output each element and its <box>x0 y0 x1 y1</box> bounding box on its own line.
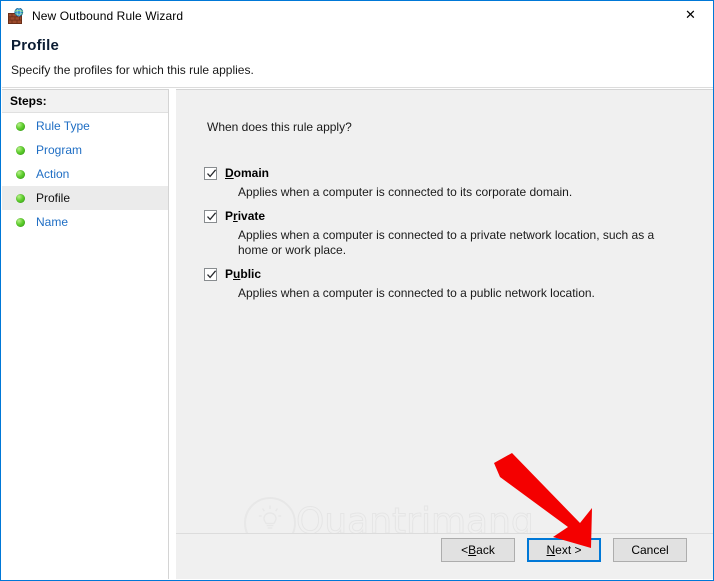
checkbox-public-row[interactable]: Public <box>204 267 674 283</box>
content-panel: When does this rule apply? Domain Applie… <box>176 89 713 533</box>
sidebar-item-label: Profile <box>36 191 71 205</box>
sidebar-item-rule-type[interactable]: Rule Type <box>2 114 168 138</box>
option-private-label: Private <box>225 209 265 224</box>
close-icon[interactable]: ✕ <box>668 1 713 30</box>
option-domain-description: Applies when a computer is connected to … <box>238 185 573 199</box>
checkbox-public[interactable] <box>204 268 217 281</box>
steps-sidebar: Steps: Rule Type Program Action Profile … <box>2 89 169 579</box>
step-bullet-icon <box>16 145 25 155</box>
window-title: New Outbound Rule Wizard <box>32 9 184 23</box>
checkbox-domain[interactable] <box>204 167 217 180</box>
step-bullet-icon <box>16 121 25 131</box>
sidebar-item-label: Program <box>36 143 83 157</box>
label-rest: ack <box>476 543 495 557</box>
label-head: P <box>225 209 234 223</box>
label-rest: omain <box>233 166 270 180</box>
label-rest: ext > <box>555 543 582 557</box>
accel-char: D <box>225 166 234 180</box>
option-domain-label: Domain <box>225 166 269 181</box>
firewall-globe-icon <box>8 7 24 24</box>
option-public: Public Applies when a computer is connec… <box>204 267 674 301</box>
sidebar-item-name[interactable]: Name <box>2 210 168 234</box>
option-private: Private Applies when a computer is conne… <box>204 209 674 258</box>
option-public-description: Applies when a computer is connected to … <box>238 286 595 300</box>
checkmark-icon <box>207 212 217 221</box>
label-rest: blic <box>240 267 262 281</box>
checkbox-private-row[interactable]: Private <box>204 209 674 225</box>
option-domain: Domain Applies when a computer is connec… <box>204 166 674 200</box>
sidebar-item-action[interactable]: Action <box>2 162 168 186</box>
step-bullet-icon <box>16 193 25 203</box>
profile-options-group: Domain Applies when a computer is connec… <box>204 166 674 310</box>
label-rest: ivate <box>237 209 266 223</box>
title-bar: New Outbound Rule Wizard ✕ <box>1 1 713 31</box>
steps-header-label: Steps: <box>10 94 47 108</box>
page-header: Profile Specify the profiles for which t… <box>2 31 713 88</box>
cancel-button[interactable]: Cancel <box>613 538 687 562</box>
label-head: < <box>461 543 469 557</box>
sidebar-item-program[interactable]: Program <box>2 138 168 162</box>
back-button[interactable]: < Back <box>441 538 515 562</box>
option-public-label: Public <box>225 267 261 282</box>
page-title: Profile <box>11 37 60 54</box>
checkbox-domain-row[interactable]: Domain <box>204 166 674 182</box>
label-head: P <box>225 267 234 281</box>
steps-list: Rule Type Program Action Profile Name <box>2 114 168 234</box>
sidebar-item-label: Action <box>36 167 70 181</box>
content-question: When does this rule apply? <box>207 120 352 134</box>
checkmark-icon <box>207 169 217 178</box>
step-bullet-icon <box>16 217 25 227</box>
sidebar-item-label: Rule Type <box>36 119 90 133</box>
next-button[interactable]: Next > <box>527 538 601 562</box>
wizard-window: New Outbound Rule Wizard ✕ Profile Speci… <box>0 0 714 581</box>
wizard-footer: < Back Next > Cancel <box>176 533 713 579</box>
accel-char: B <box>468 543 477 557</box>
accel-char: N <box>546 543 556 557</box>
option-private-description: Applies when a computer is connected to … <box>238 228 655 257</box>
sidebar-item-profile[interactable]: Profile <box>2 186 168 210</box>
sidebar-item-label: Name <box>36 215 69 229</box>
checkbox-private[interactable] <box>204 210 217 223</box>
checkmark-icon <box>207 270 217 279</box>
steps-header: Steps: <box>2 90 168 113</box>
step-bullet-icon <box>16 169 25 179</box>
page-subtitle: Specify the profiles for which this rule… <box>11 63 254 77</box>
